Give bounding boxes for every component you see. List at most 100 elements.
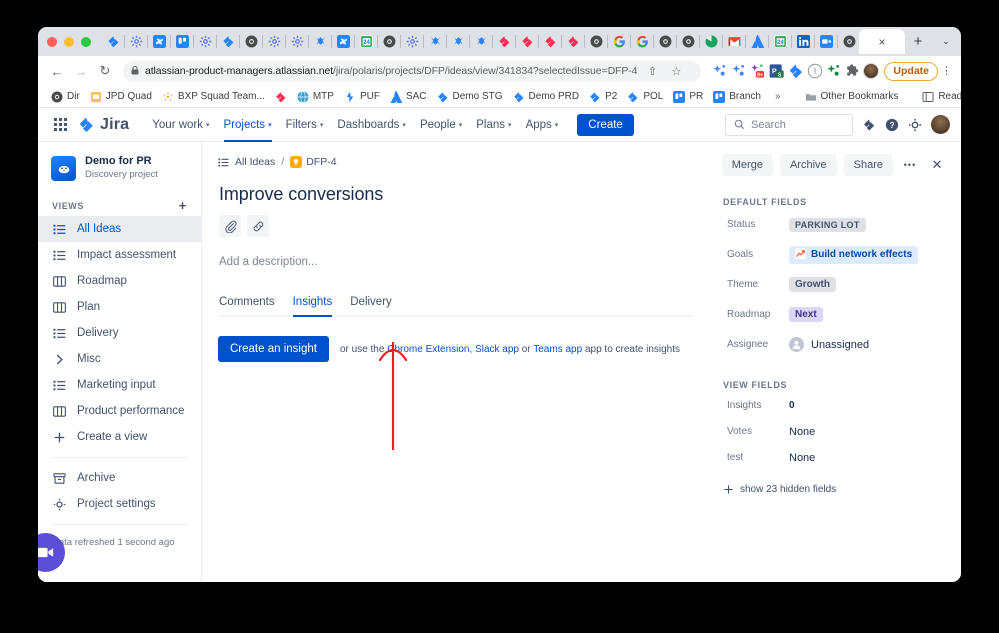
sidebar-item-impact-assessment[interactable]: Impact assessment [38, 242, 201, 268]
reload-button[interactable]: ↻ [94, 60, 116, 82]
browser-tab[interactable] [447, 29, 470, 54]
view-field-value[interactable]: None [789, 426, 815, 438]
bookmark-item[interactable]: POL [622, 91, 668, 103]
back-button[interactable]: ← [46, 60, 68, 82]
tab-insights[interactable]: Insights [292, 296, 333, 317]
bookmark-item[interactable]: P2 [584, 91, 622, 103]
field-value-chip[interactable]: PARKING LOT [789, 217, 866, 232]
browser-tab[interactable]: 24 [769, 29, 792, 54]
nav-item-apps[interactable]: Apps ▾ [519, 114, 566, 136]
browser-tab[interactable] [746, 29, 769, 54]
bookmark-item[interactable]: JPD Quad [85, 91, 157, 103]
add-view-button[interactable]: + [179, 199, 187, 212]
browser-tab[interactable] [125, 29, 148, 54]
browser-tab[interactable] [217, 29, 240, 54]
info-circle-icon[interactable] [807, 63, 823, 79]
nav-item-dashboards[interactable]: Dashboards ▾ [330, 114, 413, 136]
forward-button[interactable]: → [70, 60, 92, 82]
bookmark-item[interactable]: Demo PRD [508, 91, 585, 103]
profile-avatar[interactable] [931, 115, 950, 134]
sparkle-blue-icon[interactable] [731, 63, 747, 79]
browser-tab[interactable] [171, 29, 194, 54]
browser-tab[interactable] [470, 29, 493, 54]
description-placeholder[interactable]: Add a description... [219, 256, 693, 268]
share-button[interactable]: Share [843, 154, 893, 176]
sparkle-blue-icon[interactable] [712, 63, 728, 79]
nav-item-your-work[interactable]: Your work ▾ [145, 114, 216, 136]
chrome-extension-link[interactable]: Chrome Extension [387, 344, 469, 355]
browser-tab[interactable] [539, 29, 562, 54]
minimize-window-button[interactable] [64, 36, 74, 47]
sidebar-item-create-a-view[interactable]: Create a view [38, 424, 201, 450]
browser-tab[interactable] [424, 29, 447, 54]
address-bar[interactable]: atlassian-product-managers.atlassian.net… [123, 60, 702, 82]
maximize-window-button[interactable] [81, 36, 91, 47]
breadcrumb-issue-key[interactable]: DFP-4 [290, 156, 337, 168]
powerpoint-icon[interactable]: PS [769, 63, 785, 79]
slack-app-link[interactable]: Slack app [475, 344, 519, 355]
browser-tab[interactable] [102, 29, 125, 54]
create-button[interactable]: Create [577, 113, 634, 136]
help-icon[interactable]: ? [885, 118, 899, 132]
browser-tab[interactable] [654, 29, 677, 54]
browser-tab[interactable] [700, 29, 723, 54]
teams-app-link[interactable]: Teams app [533, 344, 582, 355]
view-field-value[interactable]: None [789, 452, 815, 464]
browser-tab[interactable] [723, 29, 746, 54]
nav-item-filters[interactable]: Filters ▾ [279, 114, 331, 136]
project-header[interactable]: Demo for PR Discovery project [38, 151, 201, 193]
browser-tab[interactable] [286, 29, 309, 54]
browser-menu-button[interactable]: ⋮ [940, 65, 953, 77]
browser-tab[interactable] [631, 29, 654, 54]
bookmark-item[interactable]: Demo STG [432, 91, 508, 103]
apps-grid-icon[interactable] [49, 114, 71, 136]
idea-content-tabs[interactable]: Comments Insights Delivery [219, 294, 693, 317]
sparkle-green-icon[interactable] [826, 63, 842, 79]
sparkle-multicolor-icon[interactable]: 9+ [750, 63, 766, 79]
sidebar-item-archive[interactable]: Archive [38, 465, 201, 491]
window-controls[interactable] [47, 36, 91, 47]
field-value-chip[interactable]: Next [789, 307, 823, 322]
bookmark-item[interactable]: Branch [708, 90, 766, 103]
bookmarks-overflow-button[interactable]: » [770, 91, 786, 102]
bookmark-item[interactable]: PUF [339, 91, 385, 103]
nav-item-projects[interactable]: Projects ▾ [217, 114, 279, 142]
archive-button[interactable]: Archive [779, 154, 837, 176]
jira-logo[interactable]: Jira [78, 116, 129, 134]
search-input[interactable]: Search [725, 113, 853, 136]
nav-item-people[interactable]: People ▾ [413, 114, 469, 136]
browser-tab[interactable] [792, 29, 815, 54]
field-value-chip[interactable]: Build network effects [789, 245, 919, 264]
assignee-value[interactable]: Unassigned [789, 337, 869, 352]
browser-tab[interactable] [815, 29, 838, 54]
sidebar-item-delivery[interactable]: Delivery [38, 320, 201, 346]
link-icon[interactable] [247, 215, 269, 237]
settings-gear-icon[interactable] [908, 118, 922, 132]
browser-tab[interactable] [309, 29, 332, 54]
other-bookmarks-folder[interactable]: Other Bookmarks [800, 91, 904, 103]
new-tab-button[interactable]: + [905, 29, 931, 54]
show-hidden-fields-button[interactable]: show 23 hidden fields [721, 484, 947, 495]
sidebar-item-roadmap[interactable]: Roadmap [38, 268, 201, 294]
bookmark-item[interactable]: BXP Squad Team... [157, 91, 270, 103]
page-title[interactable]: Improve conversions [219, 184, 693, 205]
sidebar-item-plan[interactable]: Plan [38, 294, 201, 320]
nav-item-plans[interactable]: Plans ▾ [469, 114, 518, 136]
browser-tab[interactable] [148, 29, 171, 54]
sidebar-item-all-ideas[interactable]: All Ideas [38, 216, 201, 243]
profile-avatar[interactable] [863, 63, 880, 79]
browser-tab[interactable] [194, 29, 217, 54]
tab-comments[interactable]: Comments [219, 296, 275, 317]
close-tab-icon[interactable]: × [878, 36, 885, 48]
bookmark-star-icon[interactable]: ☆ [667, 62, 685, 80]
browser-tab[interactable] [838, 29, 861, 54]
browser-tab[interactable] [562, 29, 585, 54]
browser-tab[interactable] [401, 29, 424, 54]
create-insight-button[interactable]: Create an insight [218, 336, 329, 362]
merge-button[interactable]: Merge [721, 154, 773, 176]
puzzle-icon[interactable] [845, 63, 861, 79]
paperclip-icon[interactable] [219, 215, 241, 237]
sidebar-item-marketing-input[interactable]: Marketing input [38, 372, 201, 398]
browser-tab[interactable] [332, 29, 355, 54]
browser-tabs[interactable]: 24 24 [102, 29, 859, 54]
